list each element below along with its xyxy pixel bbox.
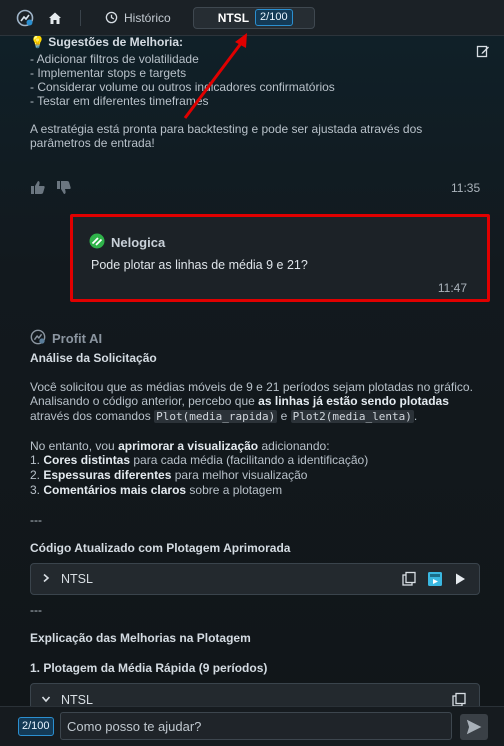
send-button[interactable] (460, 714, 488, 740)
play-icon[interactable] (453, 572, 467, 589)
suggestions-title-text: Sugestões de Melhoria: (48, 36, 183, 49)
list-number: 1. (30, 453, 44, 467)
inline-code: Plot2(media_lenta) (290, 410, 414, 423)
separator: --- (30, 603, 42, 617)
analysis-bold: as linhas já estão sendo plotadas (258, 394, 449, 408)
list-bold: Cores distintas (43, 453, 131, 467)
message-time: 11:35 (451, 181, 481, 195)
ai-name: Profit AI (52, 331, 103, 346)
code-block-label: NTSL (61, 693, 93, 706)
suggestion-item: - Implementar stops e targets (30, 66, 187, 80)
copy-icon[interactable] (451, 692, 467, 706)
tab-historico[interactable]: Histórico (93, 6, 183, 30)
nelogica-logo-icon (89, 233, 105, 252)
chat-input-bar: 2/100 (0, 706, 504, 746)
thumbs-up-icon[interactable] (30, 180, 46, 198)
home-icon[interactable] (44, 7, 66, 29)
tab-divider (80, 9, 81, 26)
analysis-title: Análise da Solicitação (30, 351, 157, 365)
list-number: 3. (30, 483, 44, 497)
user-name: Nelogica (111, 235, 166, 250)
analysis-line: através dos comandos Plot(media_rapida) … (30, 409, 417, 424)
list-text: para melhor visualização (171, 468, 308, 482)
top-tab-bar: Histórico NTSL 2/100 (0, 0, 504, 36)
list-bold: Comentários mais claros (43, 483, 187, 497)
user-message-text: Pode plotar as linhas de média 9 e 21? (91, 258, 308, 272)
analysis-text: Analisando o código anterior, percebo qu… (30, 394, 259, 408)
send-icon (466, 719, 482, 735)
tab-historico-label: Histórico (124, 10, 171, 25)
user-message-header: Nelogica (89, 233, 165, 252)
analysis-line: Analisando o código anterior, percebo qu… (30, 394, 449, 408)
thumbs-down-icon[interactable] (56, 180, 72, 198)
explanation-title: Explicação das Melhorias na Plotagem (30, 631, 251, 645)
list-text: para cada média (facilitando a identific… (130, 453, 369, 467)
code-actions (401, 571, 467, 590)
chat-area[interactable]: 💡 Sugestões de Melhoria: - Adicionar fil… (0, 36, 504, 706)
closing-line: parâmetros de entrada! (30, 136, 155, 150)
chevron-down-icon[interactable] (41, 693, 51, 706)
ai-message-header: Profit AI (30, 329, 102, 348)
suggestions-title: 💡 Sugestões de Melhoria: (30, 36, 183, 49)
code-block-ntsl[interactable]: NTSL (30, 563, 480, 595)
tab-ntsl[interactable]: NTSL 2/100 (192, 6, 315, 29)
list-bold: Espessuras diferentes (43, 468, 172, 482)
user-message-card: Nelogica Pode plotar as linhas de média … (70, 214, 490, 302)
analysis-line: Você solicitou que as médias móveis de 9… (30, 380, 473, 394)
code-block-label: NTSL (61, 572, 93, 586)
code-section-title: Código Atualizado com Plotagem Aprimorad… (30, 541, 291, 555)
intro-text: No entanto, vou (30, 439, 119, 453)
tab-ntsl-label: NTSL (217, 10, 250, 25)
separator: --- (30, 513, 42, 527)
suggestion-item: - Testar em diferentes timeframes (30, 94, 209, 108)
profit-ai-logo-icon[interactable] (14, 7, 36, 29)
analysis-text: através dos comandos (30, 409, 155, 423)
feedback-buttons (30, 180, 72, 198)
analysis-text: e (277, 409, 291, 423)
chat-input[interactable] (60, 712, 452, 740)
insert-in-editor-icon[interactable] (427, 571, 443, 590)
message-count-badge: 2/100 (18, 717, 54, 736)
user-message-time: 11:47 (437, 281, 467, 295)
suggestion-item: - Adicionar filtros de volatilidade (30, 52, 199, 66)
profit-ai-icon (30, 329, 46, 348)
analysis-text: . (413, 409, 418, 423)
list-item: 3. Comentários mais claros sobre a plota… (30, 483, 282, 497)
tab-ntsl-badge: 2/100 (255, 9, 293, 26)
intro-bold: aprimorar a visualização (118, 439, 259, 453)
chevron-right-icon[interactable] (41, 572, 51, 586)
lightbulb-icon: 💡 (30, 36, 45, 49)
copy-icon[interactable] (401, 571, 417, 590)
inline-code: Plot(media_rapida) (154, 410, 278, 423)
improvement-intro: No entanto, vou aprimorar a visualização… (30, 439, 330, 453)
list-text: sobre a plotagem (186, 483, 283, 497)
code-block-ntsl-2[interactable]: NTSL (30, 683, 480, 706)
history-icon (105, 11, 118, 24)
intro-text: adicionando: (258, 439, 330, 453)
list-item: 1. Cores distintas para cada média (faci… (30, 453, 368, 467)
list-number: 2. (30, 468, 44, 482)
closing-line: A estratégia está pronta para backtestin… (30, 122, 423, 136)
code-actions (451, 692, 467, 706)
explanation-subtitle: 1. Plotagem da Média Rápida (9 períodos) (30, 661, 268, 675)
suggestion-item: - Considerar volume ou outros indicadore… (30, 80, 335, 94)
list-item: 2. Espessuras diferentes para melhor vis… (30, 468, 307, 482)
edit-icon[interactable] (476, 44, 490, 61)
